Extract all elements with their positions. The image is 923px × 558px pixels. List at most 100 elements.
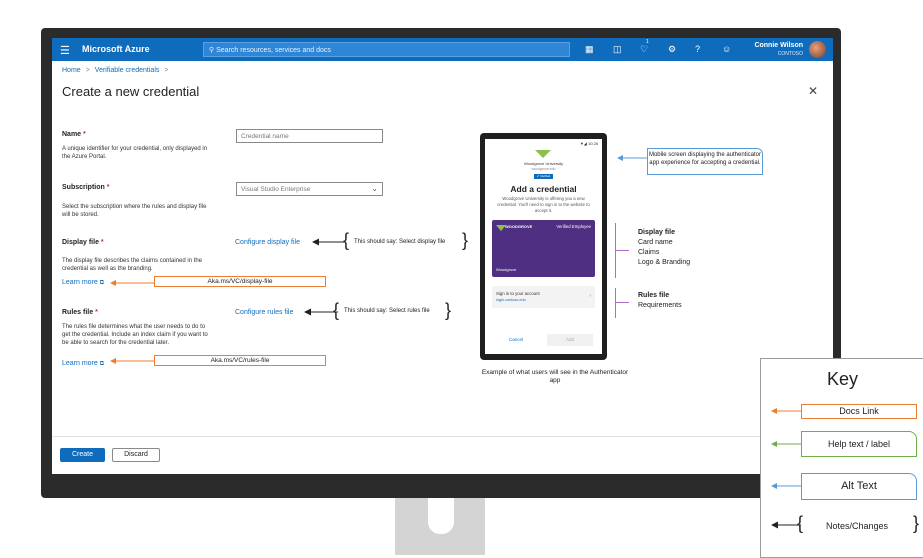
credential-name-field[interactable]: Credential name (236, 129, 383, 143)
card-logo-text: WOODGROVE (505, 224, 533, 229)
display-file-note: This should say: Select display file (354, 239, 446, 245)
key-help-text: Help text / label (801, 431, 917, 457)
phone-status-bar: ▼◢ 10:28 (579, 141, 598, 146)
search-icon: ⚲ (209, 47, 215, 54)
display-file-connector (615, 250, 629, 251)
breadcrumb-verifiable-credentials[interactable]: Verifiable credentials (95, 67, 160, 74)
key-legend: Key Docs Link Help text / label Alt Text… (760, 358, 923, 558)
cloud-shell-icon[interactable]: ▦ (585, 44, 594, 55)
notifications-bell-icon[interactable]: ♡ (640, 44, 648, 55)
display-item: Card name (638, 239, 673, 246)
phone-description: Woodgrove University is offering you a n… (497, 196, 590, 213)
create-button[interactable]: Create (60, 448, 105, 462)
notification-count-badge: 1 (646, 39, 649, 45)
signin-title: Sign in to your account (496, 291, 540, 296)
discard-button[interactable]: Discard (112, 448, 160, 462)
key-alt-text: Alt Text (801, 473, 917, 500)
phone-org-name: Woodgrove University (523, 161, 564, 166)
configure-rules-file-link[interactable]: Configure rules file (235, 309, 293, 316)
name-help-text: A unique identifier for your credential,… (62, 146, 208, 160)
key-docs-arrow (771, 408, 801, 414)
display-file-help-text: The display file describes the claims co… (62, 258, 203, 272)
key-notes-changes: Notes/Changes (807, 519, 907, 533)
phone-mockup: ▼◢ 10:28 Woodgrove University woodgrove.… (480, 133, 607, 360)
configure-display-file-link[interactable]: Configure display file (235, 239, 300, 246)
rules-file-label: Rules file * (62, 309, 98, 316)
rules-item: Requirements (638, 302, 682, 309)
phone-title: Add a credential (510, 184, 577, 194)
key-alt-arrow (771, 483, 801, 489)
note-brace-right: } (462, 230, 469, 250)
rules-file-learn-more-link[interactable]: Learn more ⧉ (62, 360, 104, 368)
verified-badge: ✔ Verified (534, 174, 553, 179)
subscription-select[interactable]: Visual Studio Enterprise ⌄ (236, 182, 383, 196)
display-file-docs-link-annotation: Aka.ms/VC/display-file (154, 276, 326, 287)
credential-card: WOODGROVE Verified Employee Woodgrove (492, 220, 595, 277)
subscription-help-text: Select the subscription where the rules … (62, 204, 207, 218)
key-title: Key (826, 369, 859, 389)
search-placeholder: Search resources, services and docs (216, 47, 331, 54)
rules-file-bracket (615, 288, 616, 318)
phone-caption: Example of what users will see in the Au… (481, 369, 629, 384)
phone-add-button[interactable]: Add (547, 334, 593, 346)
display-file-label: Display file * (62, 239, 104, 246)
subscription-value: Visual Studio Enterprise (241, 186, 311, 193)
footer-divider (52, 436, 833, 437)
settings-gear-icon[interactable]: ⚙ (668, 44, 676, 55)
breadcrumb: Home > Verifiable credentials > (62, 67, 173, 74)
phone-signin-requirement[interactable]: Sign in to your account login.contoso.ed… (492, 286, 595, 308)
card-org: Woodgrove (496, 267, 517, 272)
key-brace-right: } (913, 513, 920, 533)
close-icon[interactable]: ✕ (808, 84, 818, 98)
credential-name-placeholder: Credential name (241, 133, 289, 140)
page-title: Create a new credential (62, 84, 200, 99)
rules-file-note: This should say: Select rules file (344, 308, 430, 314)
chevron-right-icon: › (589, 293, 591, 299)
directory-filter-icon[interactable]: ◫ (613, 44, 622, 55)
rules-file-side-heading: Rules file (638, 292, 670, 299)
rules-doc-arrow (110, 358, 156, 364)
rules-file-connector (615, 302, 629, 303)
rules-file-docs-link-annotation: Aka.ms/VC/rules-file (154, 355, 326, 366)
alt-text-arrow (617, 155, 649, 161)
chevron-right-icon: > (164, 67, 169, 74)
phone-org-domain: woodgrove.edu (531, 167, 556, 171)
display-note-arrow (312, 238, 346, 246)
note-brace-left: { (343, 230, 350, 250)
display-doc-arrow (110, 280, 156, 286)
user-name[interactable]: Connie Wilson (754, 42, 803, 49)
monitor-stand-cutout (428, 498, 454, 534)
subscription-label: Subscription * (62, 184, 110, 191)
key-docs-link: Docs Link (801, 404, 917, 419)
alt-text-annotation: Mobile screen displaying the authenticat… (647, 148, 763, 175)
display-item: Logo & Branding (638, 259, 691, 266)
hamburger-menu-icon[interactable]: ☰ (60, 44, 70, 57)
signin-url: login.contoso.edu (496, 298, 526, 302)
phone-screen: ▼◢ 10:28 Woodgrove University woodgrove.… (485, 139, 602, 354)
rules-file-help-text: The rules file determines what the user … (62, 324, 208, 346)
user-org: CONTOSO (777, 51, 803, 57)
note-brace-left: { (333, 300, 340, 320)
breadcrumb-home[interactable]: Home (62, 67, 81, 74)
note-brace-right: } (445, 300, 452, 320)
external-link-icon: ⧉ (99, 361, 105, 367)
external-link-icon: ⧉ (99, 280, 105, 286)
display-item: Claims (638, 249, 660, 256)
phone-cancel-button[interactable]: Cancel (497, 334, 535, 346)
card-type: Verified Employee (556, 224, 591, 229)
feedback-smiley-icon[interactable]: ☺ (722, 44, 731, 54)
avatar[interactable] (809, 41, 826, 58)
name-label: Name * (62, 131, 86, 138)
azure-portal-screen: ☰ Microsoft Azure ⚲ Search resources, se… (52, 38, 833, 474)
global-search-input[interactable]: ⚲ Search resources, services and docs (203, 42, 570, 57)
brand-title[interactable]: Microsoft Azure (82, 44, 150, 54)
key-help-arrow (771, 441, 801, 447)
azure-top-bar: ☰ Microsoft Azure ⚲ Search resources, se… (52, 38, 833, 61)
key-brace-left: { (797, 513, 804, 533)
chevron-down-icon: ⌄ (371, 184, 378, 193)
woodgrove-logo-icon (535, 150, 551, 158)
display-file-side-heading: Display file (638, 229, 675, 236)
display-file-learn-more-link[interactable]: Learn more ⧉ (62, 279, 104, 287)
help-question-icon[interactable]: ? (695, 44, 700, 54)
chevron-right-icon: > (85, 67, 90, 74)
